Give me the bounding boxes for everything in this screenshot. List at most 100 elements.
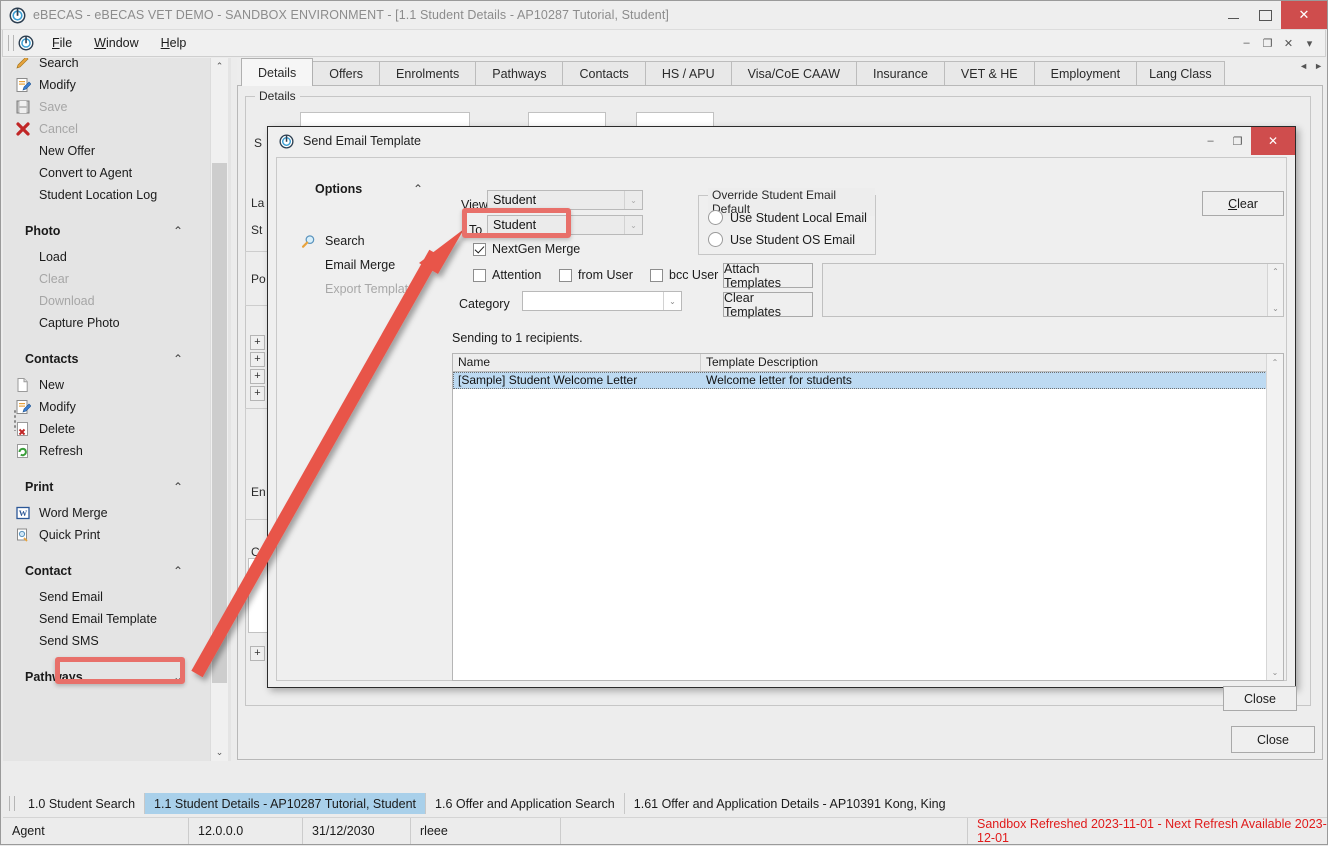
- menu-item-help[interactable]: Help: [150, 33, 198, 53]
- category-select[interactable]: ⌄: [522, 291, 682, 311]
- sidebar-item-send-email[interactable]: Send Email: [3, 586, 215, 608]
- sidebar-item-convert-to-agent[interactable]: Convert to Agent: [3, 162, 215, 184]
- radio-use-student-local-email[interactable]: Use Student Local Email: [708, 210, 867, 225]
- mdi-close-button[interactable]: ✕: [1279, 33, 1298, 53]
- attachments-scrollbar[interactable]: ⌃ ⌄: [1267, 264, 1283, 316]
- chevron-down-icon[interactable]: ⌄: [663, 292, 681, 310]
- attention-checkbox[interactable]: Attention: [473, 268, 541, 282]
- sidebar-item-quick-print[interactable]: Quick Print: [3, 524, 215, 546]
- mdi-dropdown-icon[interactable]: ▾: [1300, 33, 1319, 53]
- radio-use-student-os-email[interactable]: Use Student OS Email: [708, 232, 855, 247]
- clear-button[interactable]: Clear: [1202, 191, 1284, 216]
- scroll-down-icon[interactable]: ⌄: [1267, 664, 1283, 680]
- chevron-up-icon[interactable]: ⌃: [173, 480, 183, 494]
- dialog-close-action-button[interactable]: Close: [1223, 686, 1297, 711]
- scroll-down-icon[interactable]: ⌄: [1268, 301, 1283, 316]
- dialog-minimize-button[interactable]: –: [1197, 127, 1224, 155]
- chevron-up-icon[interactable]: ⌃: [173, 224, 183, 238]
- bcc-user-checkbox[interactable]: bcc User: [650, 268, 718, 282]
- sidebar-item-send-email-template[interactable]: Send Email Template: [3, 608, 215, 630]
- recipients-text: Sending to 1 recipients.: [452, 331, 583, 345]
- bg-expand-3[interactable]: +: [250, 369, 265, 384]
- taskbar-item-student-search[interactable]: 1.0 Student Search: [19, 793, 145, 814]
- sidebar-item-student-location-log[interactable]: Student Location Log: [3, 184, 215, 206]
- menu-item-file[interactable]: File: [41, 33, 83, 53]
- mdi-restore-button[interactable]: ❐: [1258, 33, 1277, 53]
- menu-drag-grip[interactable]: [8, 35, 14, 51]
- from-user-checkbox[interactable]: from User: [559, 268, 633, 282]
- grid-scrollbar[interactable]: ⌃ ⌄: [1266, 354, 1283, 680]
- tab-insurance[interactable]: Insurance: [856, 61, 945, 86]
- dialog-maximize-button[interactable]: ❐: [1224, 127, 1251, 155]
- nextgen-merge-checkbox[interactable]: NextGen Merge: [473, 242, 580, 256]
- sidebar-item-word-merge[interactable]: W Word Merge: [3, 502, 215, 524]
- taskbar-item-offer-application-search[interactable]: 1.6 Offer and Application Search: [426, 793, 625, 814]
- tab-hs-apu[interactable]: HS / APU: [645, 61, 732, 86]
- grid-column-name[interactable]: Name: [453, 354, 701, 371]
- tab-vet-he[interactable]: VET & HE: [944, 61, 1035, 86]
- scroll-up-icon[interactable]: ⌃: [1268, 264, 1283, 279]
- chevron-down-icon[interactable]: ⌄: [624, 216, 642, 234]
- table-row[interactable]: [Sample] Student Welcome Letter Welcome …: [453, 372, 1283, 389]
- tab-prev-icon[interactable]: ◄: [1299, 61, 1308, 71]
- sidebar-item-refresh[interactable]: Refresh: [3, 440, 215, 462]
- dialog-title: Send Email Template: [303, 134, 421, 148]
- taskbar-item-student-details[interactable]: 1.1 Student Details - AP10287 Tutorial, …: [145, 793, 426, 814]
- bg-expand-2[interactable]: +: [250, 352, 265, 367]
- grid-column-template-description[interactable]: Template Description: [701, 354, 1269, 371]
- tab-lang-class[interactable]: Lang Class: [1136, 61, 1225, 86]
- sidebar-item-modify[interactable]: Modify: [3, 74, 215, 96]
- sidebar-item-send-sms[interactable]: Send SMS: [3, 630, 215, 652]
- sidebar-item-search[interactable]: Search: [3, 58, 215, 74]
- bg-expand-1[interactable]: +: [250, 335, 265, 350]
- chevron-up-icon[interactable]: ⌃: [173, 564, 183, 578]
- sidebar-item-load[interactable]: Load: [3, 246, 215, 268]
- clear-templates-button[interactable]: Clear Templates: [723, 292, 813, 317]
- sidebar-item-new-offer[interactable]: New Offer: [3, 140, 215, 162]
- chevron-down-icon[interactable]: ⌄: [624, 191, 642, 209]
- dialog-close-button[interactable]: ✕: [1251, 127, 1295, 155]
- tab-details[interactable]: Details: [241, 58, 313, 86]
- sidebar-splitter[interactable]: [13, 409, 17, 431]
- options-item-email-merge[interactable]: Email Merge: [325, 258, 395, 272]
- sidebar-item-delete[interactable]: Delete: [3, 418, 215, 440]
- tab-contacts[interactable]: Contacts: [562, 61, 645, 86]
- taskbar-grip[interactable]: [9, 796, 15, 811]
- sidebar-group-contacts[interactable]: Contacts ⌃: [3, 344, 215, 374]
- scroll-up-icon[interactable]: ⌃: [211, 58, 228, 75]
- mdi-minimize-button[interactable]: –: [1237, 33, 1256, 53]
- tab-offers[interactable]: Offers: [312, 61, 380, 86]
- sidebar-item-capture-photo[interactable]: Capture Photo: [3, 312, 215, 334]
- tab-pathways[interactable]: Pathways: [475, 61, 563, 86]
- sidebar-group-photo[interactable]: Photo ⌃: [3, 216, 215, 246]
- sidebar-scrollbar[interactable]: ⌃ ⌄: [210, 58, 228, 761]
- sidebar-group-contact[interactable]: Contact ⌃: [3, 556, 215, 586]
- bg-expand-5[interactable]: +: [250, 646, 265, 661]
- minimize-button[interactable]: [1217, 1, 1249, 29]
- attach-templates-button[interactable]: Attach Templates: [723, 263, 813, 288]
- sidebar-scroll-thumb[interactable]: [212, 163, 227, 683]
- sidebar-item-modify-contact[interactable]: Modify: [3, 396, 215, 418]
- close-button[interactable]: ✕: [1281, 1, 1327, 29]
- scroll-up-icon[interactable]: ⌃: [1267, 354, 1283, 370]
- view-select[interactable]: Student ⌄: [487, 190, 643, 210]
- tab-next-icon[interactable]: ►: [1314, 61, 1323, 71]
- workspace-close-button[interactable]: Close: [1231, 726, 1315, 753]
- maximize-button[interactable]: [1249, 1, 1281, 29]
- tab-enrolments[interactable]: Enrolments: [379, 61, 476, 86]
- chevron-up-icon[interactable]: ⌃: [173, 352, 183, 366]
- templates-grid[interactable]: Name Template Description [Sample] Stude…: [452, 353, 1284, 681]
- bcc-user-label: bcc User: [669, 268, 718, 282]
- tab-employment[interactable]: Employment: [1034, 61, 1137, 86]
- taskbar-item-offer-application-details[interactable]: 1.61 Offer and Application Details - AP1…: [625, 793, 955, 814]
- bg-expand-4[interactable]: +: [250, 386, 265, 401]
- menu-item-window[interactable]: Window: [83, 33, 149, 53]
- tab-visa-coe-caaw[interactable]: Visa/CoE CAAW: [731, 61, 857, 86]
- scroll-down-icon[interactable]: ⌄: [211, 744, 228, 761]
- clear-button-rest: lear: [1237, 197, 1258, 211]
- chevron-up-icon[interactable]: ⌃: [413, 182, 423, 196]
- sidebar-item-new[interactable]: New: [3, 374, 215, 396]
- attachments-box[interactable]: ⌃ ⌄: [822, 263, 1284, 317]
- sidebar-group-print[interactable]: Print ⌃: [3, 472, 215, 502]
- options-item-search[interactable]: Search: [325, 234, 365, 248]
